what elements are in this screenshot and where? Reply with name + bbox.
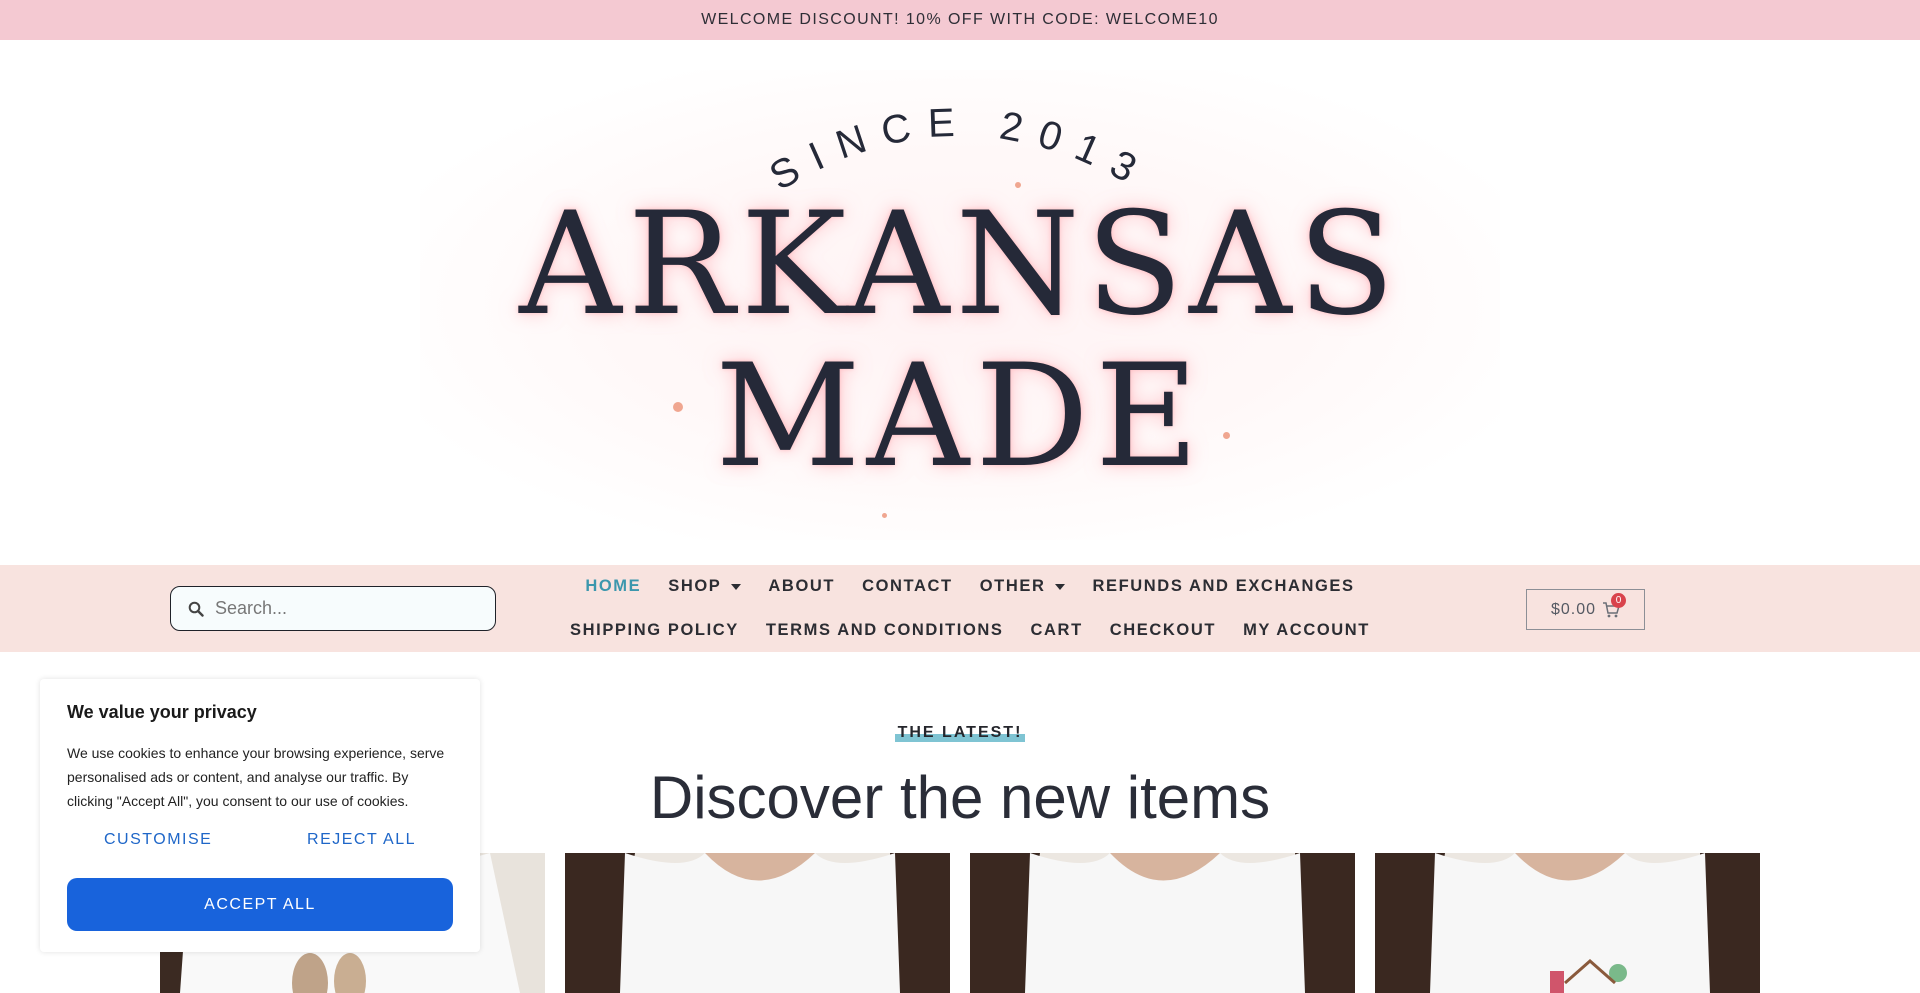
announcement-bar: WELCOME DISCOUNT! 10% OFF WITH CODE: WEL… [0, 0, 1920, 40]
chevron-down-icon [731, 583, 742, 590]
nav-item-contact[interactable]: CONTACT [862, 577, 953, 596]
nav-item-checkout[interactable]: CHECKOUT [1110, 621, 1216, 640]
consent-body: We use cookies to enhance your browsing … [67, 745, 445, 809]
logo-line-1: ARKANSAS [519, 182, 1401, 347]
product-image [970, 853, 1355, 993]
reject-all-button[interactable]: REJECT ALL [307, 831, 416, 849]
nav-item-cart[interactable]: CART [1031, 621, 1083, 640]
search-box[interactable] [170, 586, 496, 631]
customise-button[interactable]: CUSTOMISE [104, 831, 212, 849]
nav-item-shipping-policy[interactable]: SHIPPING POLICY [570, 621, 739, 640]
product-card[interactable] [970, 853, 1355, 993]
logo-dot [1015, 182, 1021, 188]
chevron-down-icon [1055, 583, 1066, 590]
logo-dot [882, 513, 887, 518]
cookie-consent-dialog: We value your privacy We use cookies to … [40, 679, 480, 952]
main-navigation-bar: HOME SHOP ABOUT CONTACT OTHER REFUNDS AN… [0, 565, 1920, 652]
search-input[interactable] [215, 598, 485, 619]
site-logo[interactable]: SINCE 2013 ARKANSAS MADE [420, 70, 1500, 540]
nav-item-shop[interactable]: SHOP [668, 577, 742, 596]
nav-item-home[interactable]: HOME [585, 577, 641, 596]
nav-menu: HOME SHOP ABOUT CONTACT OTHER REFUNDS AN… [545, 565, 1395, 652]
nav-row-1: HOME SHOP ABOUT CONTACT OTHER REFUNDS AN… [545, 577, 1395, 596]
cart-total: $0.00 [1550, 600, 1597, 618]
product-image [565, 853, 950, 993]
accept-all-button[interactable]: ACCEPT ALL [67, 878, 453, 931]
product-card[interactable] [1375, 853, 1760, 993]
cart-button[interactable]: $0.00 [1526, 589, 1645, 630]
consent-secondary-actions: CUSTOMISE REJECT ALL [67, 831, 453, 849]
svg-text:SINCE 2013: SINCE 2013 [762, 100, 1157, 190]
search-icon[interactable] [185, 598, 207, 620]
announcement-text: WELCOME DISCOUNT! 10% OFF WITH CODE: WEL… [701, 11, 1219, 28]
nav-row-2: SHIPPING POLICY TERMS AND CONDITIONS CAR… [545, 621, 1395, 640]
logo-since-text: SINCE 2013 [420, 70, 1500, 198]
product-card[interactable] [565, 853, 950, 993]
logo-line-2: MADE [715, 334, 1205, 499]
nav-item-about[interactable]: ABOUT [768, 577, 835, 596]
consent-title: We value your privacy [67, 702, 257, 722]
nav-item-other[interactable]: OTHER [980, 577, 1066, 596]
logo-dot [1223, 432, 1230, 439]
logo-dot [673, 402, 683, 412]
nav-item-refunds[interactable]: REFUNDS AND EXCHANGES [1092, 577, 1354, 596]
product-image [1375, 853, 1760, 993]
cart-count-badge: 0 [1611, 593, 1626, 608]
nav-item-my-account[interactable]: MY ACCOUNT [1243, 621, 1370, 640]
nav-item-terms[interactable]: TERMS AND CONDITIONS [766, 621, 1004, 640]
